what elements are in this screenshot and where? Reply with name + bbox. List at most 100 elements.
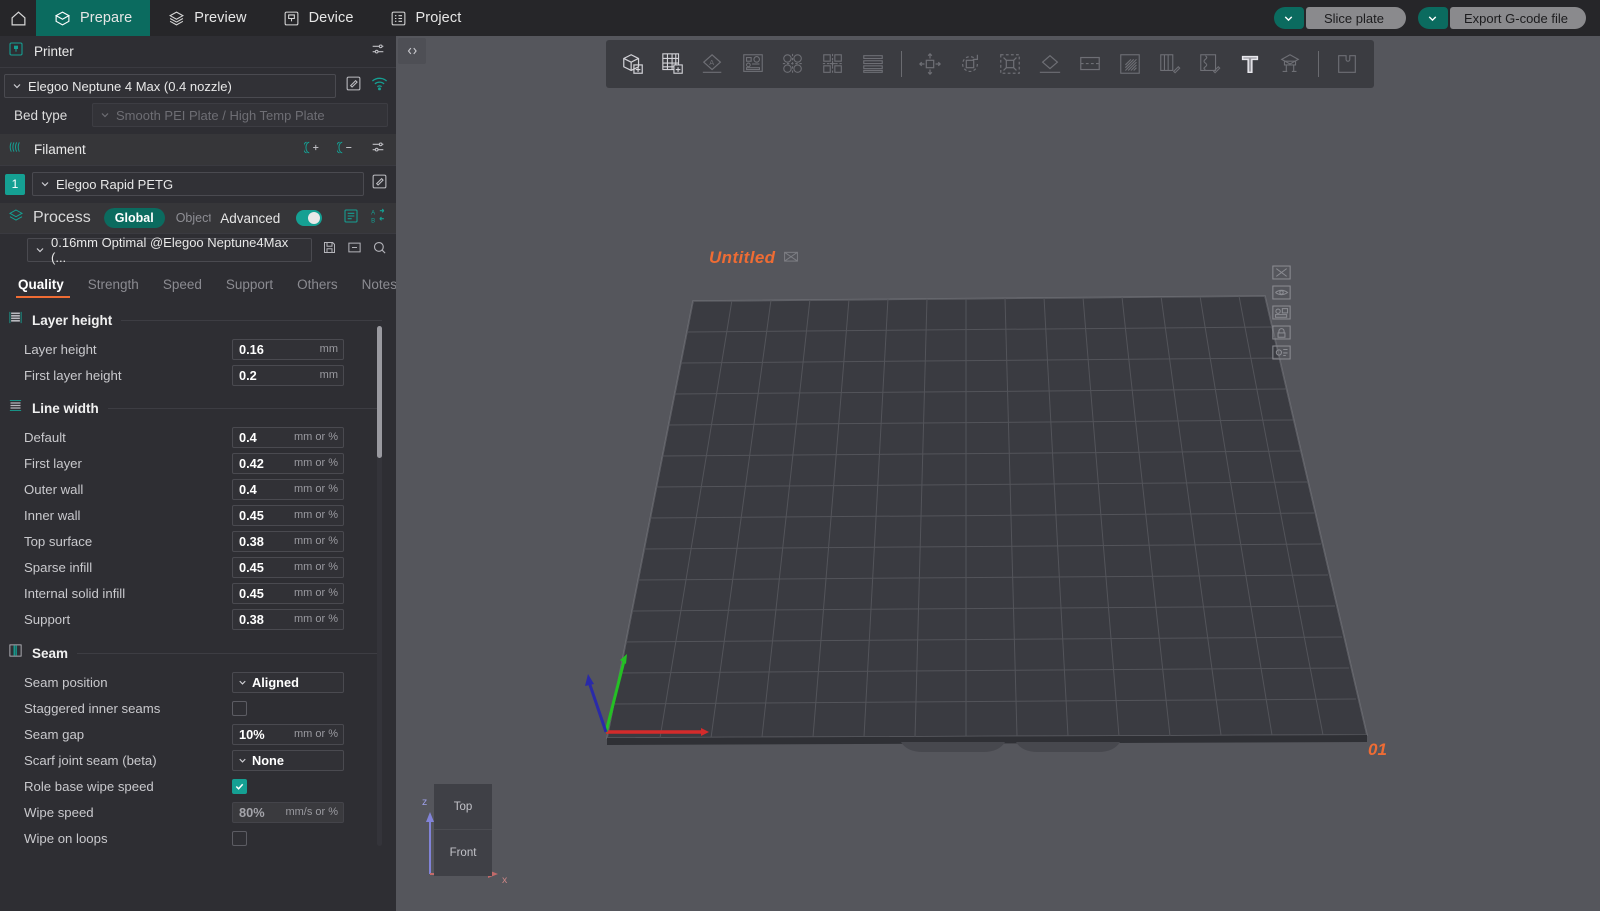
arrange-plate-icon[interactable] [1270,304,1292,320]
build-plate-3d[interactable] [396,36,1600,911]
filament-edit-icon[interactable] [371,173,388,195]
top-navigation-bar: Prepare Preview Device Project Slice pla… [0,0,1600,36]
compare-ab-icon[interactable]: A B [370,208,387,229]
wipe-on-loops-checkbox[interactable] [232,830,247,846]
process-scope-segmented[interactable]: Global Objects [103,208,212,228]
tab-support[interactable]: Support [214,277,285,298]
filament-remove-icon[interactable] [335,140,354,160]
seam-position-select[interactable]: Aligned [232,671,344,693]
filament-add-icon[interactable] [302,140,321,160]
tab-preview[interactable]: Preview [150,0,264,36]
setting-unit: mm or % [294,535,338,547]
filament-section-header: Filament [0,134,396,165]
export-gcode-button[interactable]: Export G-code file [1449,7,1586,29]
setting-label: First layer [24,455,82,471]
tab-quality-label: Quality [18,277,64,292]
layer-height-input[interactable]: 0.16 mm [232,338,344,360]
left-settings-panel: Printer Elegoo Neptune 4 Max (0.4 nozzle… [0,36,396,911]
3d-viewport[interactable]: A Untitled 01 Top Front z x [396,36,1600,911]
filament-slot-badge[interactable]: 1 [5,173,25,195]
bed-type-row: Bed type Smooth PEI Plate / High Temp Pl… [0,103,396,134]
process-section-header: Process Global Objects Advanced A B [0,203,396,233]
role-base-wipe-speed-checkbox[interactable] [232,778,247,794]
line-width-support-input[interactable]: 0.38 mm or % [232,608,344,630]
slice-plate-dropdown-toggle[interactable] [1273,7,1304,29]
printer-settings-icon[interactable] [370,41,386,62]
slice-plate-split-button[interactable]: Slice plate [1273,7,1406,29]
setting-row-wipe-on-loops: Wipe on loops [0,825,396,851]
tab-quality[interactable]: Quality [14,277,76,298]
setting-value: 0.42 [239,455,264,471]
tab-device[interactable]: Device [265,0,372,36]
setting-unit: mm or % [294,483,338,495]
printer-preset-row: Elegoo Neptune 4 Max (0.4 nozzle) [0,68,396,103]
line-width-outer-wall-input[interactable]: 0.4 mm or % [232,478,344,500]
lock-plate-icon[interactable] [1270,324,1292,340]
wipe-speed-input[interactable]: 80% mm/s or % [232,801,344,823]
tab-project[interactable]: Project [372,0,480,36]
setting-value: 0.45 [239,507,264,523]
settings-scroll-area[interactable]: Layer height Layer height 0.16 mm First … [0,298,396,853]
setting-value: 0.16 [239,341,264,357]
line-width-sparse-infill-input[interactable]: 0.45 mm or % [232,556,344,578]
printer-preset-combo[interactable]: Elegoo Neptune 4 Max (0.4 nozzle) [4,74,336,98]
bed-type-combo[interactable]: Smooth PEI Plate / High Temp Plate [92,103,388,127]
tab-others[interactable]: Others [285,277,350,298]
setting-value: 80% [239,804,265,820]
edit-rename-icon[interactable] [784,248,799,268]
layers-preview-icon [168,10,185,27]
setting-label: Sparse infill [24,559,93,575]
setting-label: Top surface [24,533,93,549]
setting-row-scarf-joint-seam: Scarf joint seam (beta) None [0,747,396,773]
line-width-first-layer-input[interactable]: 0.42 mm or % [232,452,344,474]
group-rule [77,652,382,654]
scarf-joint-seam-select[interactable]: None [232,749,344,771]
minus-box-icon[interactable] [347,240,362,260]
plate-title[interactable]: Untitled [709,248,799,268]
tab-speed[interactable]: Speed [151,277,214,298]
home-button[interactable] [0,0,36,36]
staggered-inner-seams-checkbox[interactable] [232,700,247,716]
settings-scrollbar-thumb[interactable] [377,326,382,458]
export-gcode-split-button[interactable]: Export G-code file [1417,7,1586,29]
setting-label: Wipe on loops [24,830,108,846]
line-width-internal-solid-infill-input[interactable]: 0.45 mm or % [232,582,344,604]
line-width-inner-wall-input[interactable]: 0.45 mm or % [232,504,344,526]
tab-notes[interactable]: Notes [350,277,396,298]
printer-edit-icon[interactable] [345,75,362,97]
search-icon[interactable] [372,240,387,260]
tab-strength-label: Strength [87,277,139,292]
process-scope-global[interactable]: Global [103,208,165,228]
setting-label: Default [24,429,66,445]
line-width-default-input[interactable]: 0.4 mm or % [232,426,344,448]
slice-plate-button[interactable]: Slice plate [1305,7,1406,29]
setting-label: First layer height [24,367,122,383]
filament-settings-icon[interactable] [370,139,386,160]
delete-plate-icon[interactable] [1270,264,1292,280]
filament-preset-combo[interactable]: Elegoo Rapid PETG [32,172,364,196]
tab-strength[interactable]: Strength [76,277,151,298]
line-width-top-surface-input[interactable]: 0.38 mm or % [232,530,344,552]
printer-section-label: Printer [34,44,74,59]
plate-settings-icon[interactable] [1270,344,1292,360]
setting-row-top-surface: Top surface 0.38 mm or % [0,528,396,554]
process-preset-combo[interactable]: 0.16mm Optimal @Elegoo Neptune4Max (... [27,235,312,265]
viewcube-face-top[interactable]: Top [434,784,492,830]
list-view-icon[interactable] [343,208,359,229]
tab-prepare[interactable]: Prepare [36,0,151,36]
seam-gap-input[interactable]: 10% mm or % [232,723,344,745]
process-scope-objects[interactable]: Objects [165,208,212,228]
setting-unit: mm/s or % [285,806,338,818]
wifi-icon[interactable] [371,75,388,97]
orient-plate-icon[interactable] [1270,284,1292,300]
bed-type-value: Smooth PEI Plate / High Temp Plate [116,107,325,123]
export-gcode-dropdown-toggle[interactable] [1417,7,1448,29]
advanced-toggle[interactable] [296,210,322,226]
save-disk-icon[interactable] [322,240,337,260]
svg-text:A: A [371,210,375,216]
tab-support-label: Support [225,277,274,292]
first-layer-height-input[interactable]: 0.2 mm [232,364,344,386]
viewcube-face-front[interactable]: Front [434,830,492,876]
view-orientation-cube[interactable]: Top Front [434,784,492,876]
setting-unit: mm or % [294,728,338,740]
